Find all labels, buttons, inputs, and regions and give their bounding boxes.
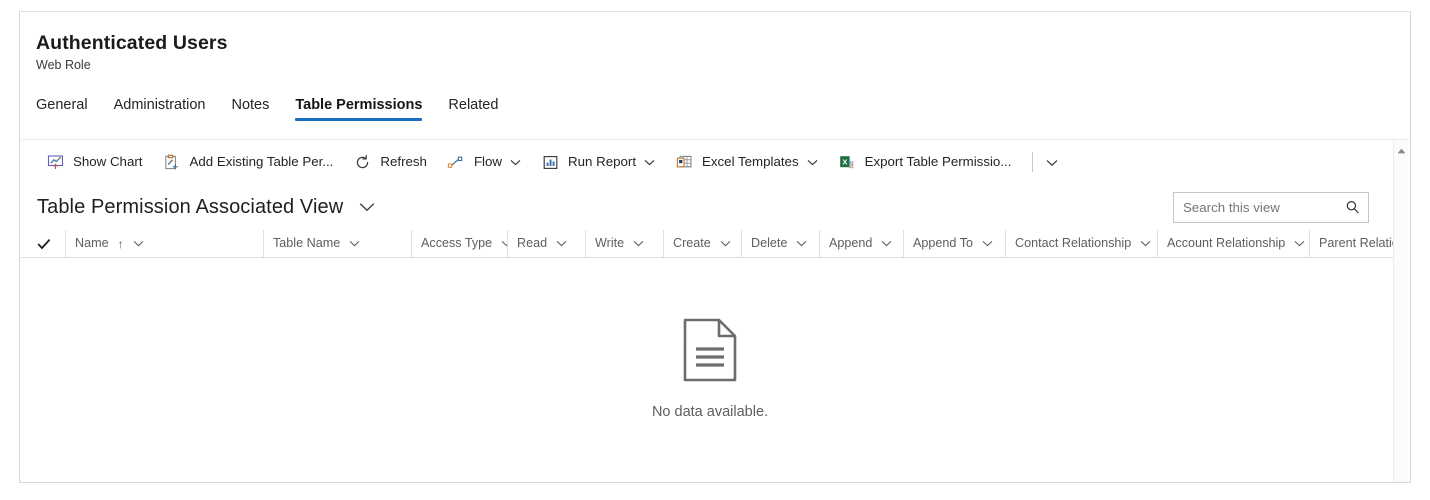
tab-label: Related bbox=[448, 97, 499, 114]
document-icon bbox=[681, 317, 739, 388]
column-header-contact-relationship[interactable]: Contact Relationship bbox=[1005, 230, 1157, 257]
chevron-down-icon bbox=[1140, 240, 1151, 247]
command-bar-overflow-button[interactable] bbox=[1037, 146, 1067, 178]
select-all-checkbox[interactable] bbox=[37, 238, 65, 250]
chevron-down-icon bbox=[1294, 240, 1305, 247]
chevron-down-icon bbox=[644, 159, 655, 166]
column-label: Create bbox=[673, 236, 711, 251]
column-header-account-relationship[interactable]: Account Relationship bbox=[1157, 230, 1309, 257]
page-title: Authenticated Users bbox=[36, 32, 228, 54]
refresh-button[interactable]: Refresh bbox=[344, 145, 436, 179]
form-panel: Authenticated Users Web Role General Adm… bbox=[19, 11, 1411, 483]
search-box[interactable] bbox=[1173, 191, 1369, 223]
excel-templates-icon bbox=[675, 153, 693, 171]
search-input[interactable] bbox=[1174, 192, 1368, 222]
chevron-down-icon bbox=[807, 159, 818, 166]
tab-notes[interactable]: Notes bbox=[231, 97, 269, 121]
add-existing-record-icon bbox=[162, 153, 180, 171]
svg-text:X: X bbox=[842, 157, 847, 166]
tab-label: General bbox=[36, 97, 88, 114]
column-label: Account Relationship bbox=[1167, 236, 1286, 251]
chevron-down-icon bbox=[510, 159, 521, 166]
view-selector[interactable]: Table Permission Associated View bbox=[37, 194, 381, 221]
column-header-access-type[interactable]: Access Type bbox=[411, 230, 507, 257]
add-existing-table-permission-button[interactable]: Add Existing Table Per... bbox=[153, 145, 342, 179]
chevron-down-icon bbox=[720, 240, 731, 247]
command-label: Run Report bbox=[568, 154, 637, 170]
column-header-append[interactable]: Append bbox=[819, 230, 903, 257]
run-report-button[interactable]: Run Report bbox=[532, 145, 664, 179]
chevron-down-icon bbox=[556, 240, 567, 247]
chevron-down-icon bbox=[349, 240, 360, 247]
column-header-append-to[interactable]: Append To bbox=[903, 230, 1005, 257]
column-label: Append To bbox=[913, 236, 973, 251]
flow-icon bbox=[447, 153, 465, 171]
column-header-name[interactable]: Name ↑ bbox=[65, 230, 263, 257]
flow-button[interactable]: Flow bbox=[438, 145, 530, 179]
column-label: Delete bbox=[751, 236, 788, 251]
grid-body: No data available. bbox=[21, 258, 1409, 472]
sort-ascending-icon: ↑ bbox=[117, 236, 124, 251]
show-chart-icon bbox=[46, 153, 64, 171]
empty-state: No data available. bbox=[652, 317, 768, 420]
vertical-scrollbar[interactable] bbox=[1393, 140, 1409, 482]
view-header-row: Table Permission Associated View bbox=[21, 184, 1409, 230]
view-name: Table Permission Associated View bbox=[37, 195, 344, 218]
record-subtitle: Web Role bbox=[36, 58, 91, 73]
excel-templates-button[interactable]: Excel Templates bbox=[666, 145, 827, 179]
tab-label: Table Permissions bbox=[295, 97, 423, 114]
command-label: Show Chart bbox=[73, 154, 143, 170]
column-label: Append bbox=[829, 236, 873, 251]
grid-column-headers: Name ↑ Table Name Access Type Read Write… bbox=[21, 230, 1409, 258]
chevron-down-icon bbox=[796, 240, 807, 247]
tab-table-permissions[interactable]: Table Permissions bbox=[295, 97, 423, 122]
tab-related[interactable]: Related bbox=[448, 97, 498, 121]
column-header-read[interactable]: Read bbox=[507, 230, 585, 257]
column-label: Read bbox=[517, 236, 548, 251]
column-label: Name bbox=[75, 236, 109, 251]
tab-administration[interactable]: Administration bbox=[114, 97, 206, 121]
app-screen: Authenticated Users Web Role General Adm… bbox=[0, 0, 1430, 500]
form-header: Authenticated Users Web Role bbox=[20, 12, 1410, 73]
column-label: Access Type bbox=[421, 236, 493, 251]
column-header-create[interactable]: Create bbox=[663, 230, 741, 257]
chevron-down-icon bbox=[1046, 155, 1058, 170]
chevron-down-icon bbox=[133, 240, 144, 247]
command-label: Add Existing Table Per... bbox=[189, 154, 334, 170]
run-report-icon bbox=[541, 153, 559, 171]
empty-state-text: No data available. bbox=[651, 403, 769, 420]
command-bar-divider bbox=[1032, 152, 1034, 172]
chevron-down-icon bbox=[982, 240, 993, 247]
refresh-icon bbox=[353, 153, 371, 171]
tab-label: Administration bbox=[113, 97, 206, 114]
column-header-delete[interactable]: Delete bbox=[741, 230, 819, 257]
tab-label: Notes bbox=[231, 97, 270, 114]
export-excel-icon: X bbox=[838, 153, 856, 171]
tab-general[interactable]: General bbox=[36, 97, 88, 121]
column-label: Write bbox=[595, 236, 625, 251]
command-label: Refresh bbox=[380, 154, 427, 170]
chevron-down-icon bbox=[633, 240, 644, 247]
export-table-permissions-button[interactable]: X Export Table Permissio... bbox=[829, 145, 1021, 179]
column-label: Contact Relationship bbox=[1015, 236, 1132, 251]
subgrid-container: Show Chart Add Existing Table Per... Ref… bbox=[21, 139, 1409, 482]
column-label: Table Name bbox=[273, 236, 341, 251]
show-chart-button[interactable]: Show Chart bbox=[37, 145, 151, 179]
chevron-down-icon bbox=[881, 240, 892, 247]
column-header-table-name[interactable]: Table Name bbox=[263, 230, 411, 257]
column-header-write[interactable]: Write bbox=[585, 230, 663, 257]
command-bar: Show Chart Add Existing Table Per... Ref… bbox=[21, 140, 1409, 184]
scroll-up-button[interactable] bbox=[1394, 144, 1410, 158]
command-label: Excel Templates bbox=[702, 154, 799, 170]
command-label: Flow bbox=[473, 154, 503, 170]
form-tab-list: General Administration Notes Table Permi… bbox=[36, 91, 1410, 122]
command-label: Export Table Permissio... bbox=[864, 154, 1012, 170]
chevron-down-icon bbox=[359, 202, 375, 212]
